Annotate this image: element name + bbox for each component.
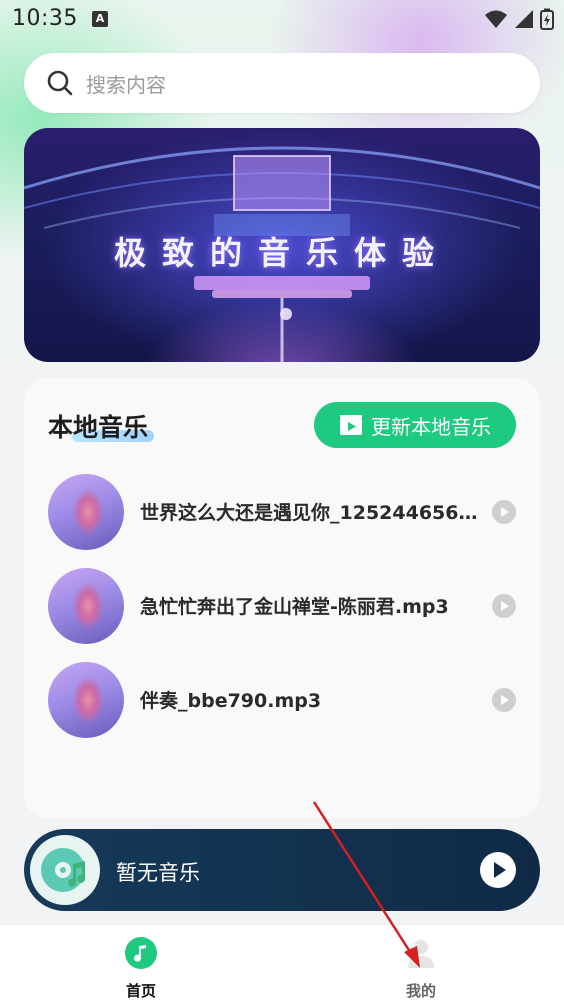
status-icons bbox=[484, 8, 554, 30]
tab-home-label: 首页 bbox=[125, 982, 156, 1000]
tab-mine-label: 我的 bbox=[405, 982, 436, 1000]
tab-mine[interactable]: 我的 bbox=[346, 925, 496, 1004]
music-disc-icon bbox=[41, 848, 86, 892]
search-bar[interactable]: 搜索内容 bbox=[24, 53, 540, 113]
music-note-icon bbox=[125, 937, 157, 969]
play-button-icon[interactable] bbox=[480, 852, 516, 888]
film-icon bbox=[340, 415, 362, 435]
update-local-music-button[interactable]: 更新本地音乐 bbox=[314, 402, 516, 448]
signal-icon bbox=[515, 10, 533, 28]
status-time: 10:35 bbox=[12, 6, 78, 31]
tab-home[interactable]: 首页 bbox=[66, 925, 216, 1004]
track-title: 世界这么大还是遇见你_1252446568.mp3 bbox=[140, 502, 490, 524]
update-button-label: 更新本地音乐 bbox=[371, 414, 491, 439]
track-item[interactable]: 急忙忙奔出了金山禅堂-陈丽君.mp3 bbox=[48, 568, 518, 644]
status-bar: 10:35 A bbox=[0, 0, 564, 38]
play-icon[interactable] bbox=[492, 688, 516, 712]
player-label: 暂无音乐 bbox=[116, 861, 200, 885]
play-icon[interactable] bbox=[492, 500, 516, 524]
local-music-card: 本地音乐 更新本地音乐 世界这么大还是遇见你_1252446568.mp3 急忙… bbox=[24, 378, 540, 818]
local-music-title: 本地音乐 bbox=[48, 413, 149, 442]
banner[interactable]: 极致的音乐体验 bbox=[24, 128, 540, 362]
bottom-tab-bar: 首页 我的 bbox=[0, 925, 564, 1004]
album-cover bbox=[48, 662, 124, 738]
wifi-icon bbox=[485, 10, 507, 28]
track-title: 急忙忙奔出了金山禅堂-陈丽君.mp3 bbox=[140, 596, 449, 618]
search-placeholder: 搜索内容 bbox=[86, 72, 166, 97]
user-icon bbox=[408, 940, 434, 968]
player-disc bbox=[30, 835, 100, 905]
track-item[interactable]: 世界这么大还是遇见你_1252446568.mp3 bbox=[48, 474, 518, 550]
track-item[interactable]: 伴奏_bbe790.mp3 bbox=[48, 662, 518, 738]
track-title: 伴奏_bbe790.mp3 bbox=[140, 690, 322, 712]
play-icon[interactable] bbox=[492, 594, 516, 618]
search-icon bbox=[47, 70, 73, 96]
album-cover bbox=[48, 568, 124, 644]
battery-icon bbox=[540, 8, 554, 30]
banner-text: 极致的音乐体验 bbox=[113, 234, 450, 272]
notification-a-icon: A bbox=[92, 11, 108, 27]
album-cover bbox=[48, 474, 124, 550]
mini-player[interactable]: 暂无音乐 bbox=[24, 829, 540, 911]
